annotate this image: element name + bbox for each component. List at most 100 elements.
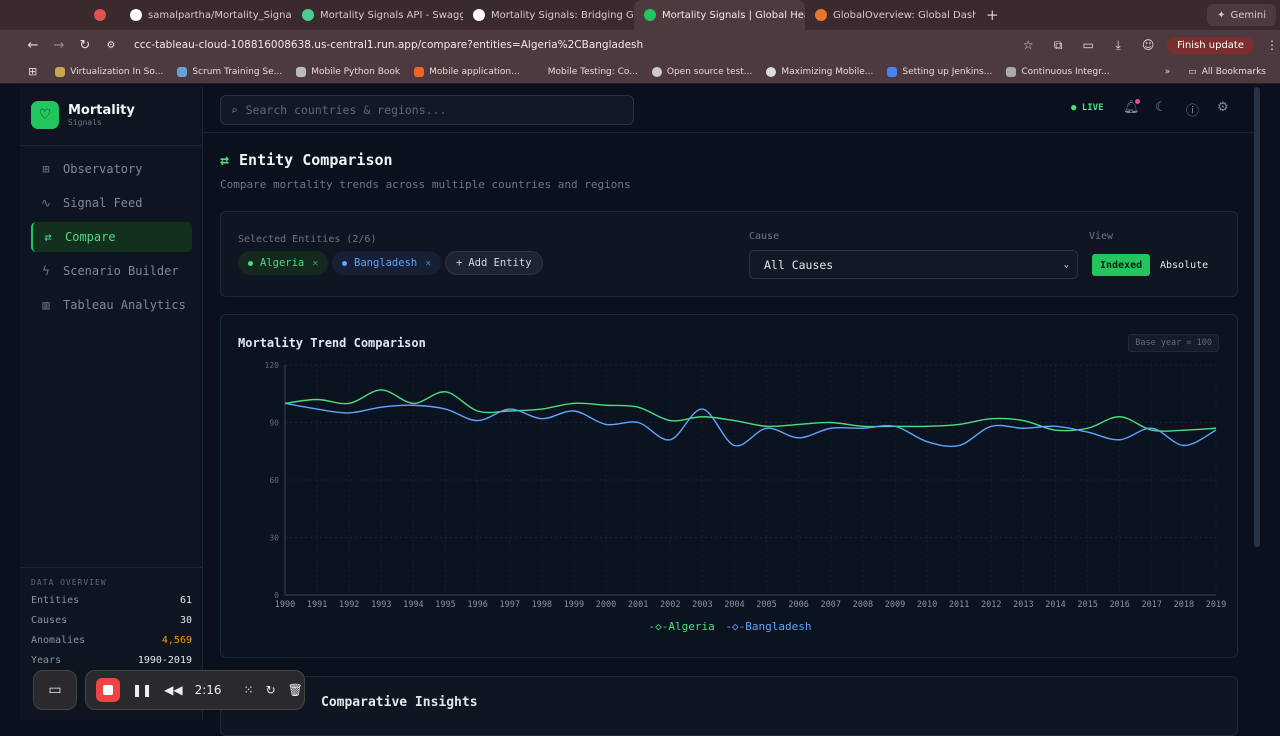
extensions-icon[interactable]: ⧉ [1043,38,1073,53]
bookmarks-bar: ⊞ Virtualization In So... Scrum Training… [0,60,1280,84]
apps-icon[interactable]: ⊞ [28,65,37,78]
help-icon[interactable]: ⓘ [1186,100,1199,119]
chart-title: Mortality Trend Comparison [238,336,426,350]
grid-icon[interactable]: ⁙ [244,683,254,697]
reload-icon[interactable]: ↻ [72,38,98,53]
entity-chip-algeria[interactable]: Algeria ✕ [238,251,329,275]
x-tick-label: 2019 [1206,600,1226,610]
page-scrollbar[interactable] [1254,87,1260,547]
y-tick-label: 30 [269,534,279,543]
x-tick-label: 2013 [1013,600,1033,610]
back-icon[interactable]: ← [20,38,46,53]
tab-record[interactable] [0,0,120,30]
x-tick-label: 1994 [403,600,423,610]
bookmark-item[interactable]: Maximizing Mobile... [766,66,873,77]
compare-icon: ⇄ [44,230,52,244]
bookmark-item[interactable]: Scrum Training Se... [177,66,282,77]
bookmark-item[interactable]: Mobile Python Book [296,66,400,77]
profile-icon[interactable]: ☺ [1133,38,1163,52]
search-input[interactable]: ⌕ Search countries & regions... [220,95,634,125]
tab-tableau[interactable]: GlobalOverview: Global Dash✕ [805,0,976,30]
heart-logo-icon: ♡ [31,100,59,129]
x-tick-label: 2012 [981,600,1001,610]
star-icon[interactable]: ☆ [1013,38,1043,52]
brand[interactable]: ♡ Mortality Signals [20,87,202,132]
tab-mortality-app[interactable]: Mortality Signals | Global Hea✕ [634,0,805,30]
base-year-badge: Base year = 100 [1128,334,1219,352]
pause-icon[interactable]: ❚❚ [132,683,152,697]
bookmark-item[interactable]: Mobile Testing: Co... [548,67,638,77]
github-icon [130,9,142,21]
bookmark-item[interactable]: Continuous Integr... [1006,66,1110,77]
sidebar-nav: ⊞ Observatory ∿ Signal Feed ⇄ Compare ϟ Scen… [20,145,203,324]
screen-recorder-toolbar: ▭ ❚❚ ◀◀ 2:16 ⁙ ↻ 🗑︎ [33,669,305,711]
restart-icon[interactable]: ↻ [266,683,276,697]
x-tick-label: 2009 [885,600,905,610]
gemini-button[interactable]: ✦ Gemini [1207,4,1276,26]
stop-icon [103,685,113,695]
sidebar-item-observatory[interactable]: ⊞ Observatory [31,154,192,184]
sidebar-item-signal-feed[interactable]: ∿ Signal Feed [31,188,192,218]
site-info-icon[interactable]: ⚙ [98,40,124,51]
view-absolute-button[interactable]: Absolute [1160,254,1208,276]
chart-legend: -◇-Algeria -◇-Bangladesh [221,620,1239,633]
bookmark-item[interactable]: Virtualization In So... [55,66,163,77]
cause-select[interactable]: All Causes ⌄ [749,250,1078,279]
entity-chip-bangladesh[interactable]: Bangladesh ✕ [332,251,442,275]
sidebar-item-compare[interactable]: ⇄ Compare [31,222,192,252]
y-tick-label: 60 [269,476,279,485]
remove-icon[interactable]: ✕ [425,258,431,269]
download-icon[interactable]: ⤓ [1103,38,1133,53]
remove-icon[interactable]: ✕ [312,258,318,269]
camera-icon[interactable]: ▭ [33,670,77,710]
sidebar: ♡ Mortality Signals ⊞ Observatory ∿ Signal… [20,87,203,720]
notification-dot [1135,99,1140,104]
view-indexed-button[interactable]: Indexed [1092,254,1151,276]
x-tick-label: 1990 [275,600,295,610]
menu-icon[interactable]: ⋮ [1264,38,1280,52]
bookmark-item[interactable]: Mobile application... [414,66,520,77]
x-tick-label: 1999 [564,600,584,610]
bookmark-icon [296,66,307,77]
stop-button[interactable] [96,678,120,702]
bookmark-item[interactable]: Setting up Jenkins... [887,66,992,77]
bookmark-icon [766,66,777,77]
recording-time: 2:16 [194,683,222,697]
sidebar-item-scenario-builder[interactable]: ϟ Scenario Builder [31,256,192,286]
bookmark-item[interactable]: Open source test... [651,66,752,77]
compare-icon: ⇄ [220,151,230,169]
series-line-algeria [284,389,1217,432]
forward-icon[interactable]: → [46,38,72,53]
selected-entities-label: Selected Entities (2/6) [238,234,377,245]
tab-github-repo[interactable]: samalpartha/Mortality_Signal✕ [120,0,292,30]
y-tick-label: 0 [274,591,279,600]
insights-card: Comparative Insights [220,676,1238,736]
data-overview: DATA OVERVIEW Entities 61 Causes 30 Anomal… [20,567,203,685]
sidebar-item-tableau-analytics[interactable]: ▥ Tableau Analytics [31,290,192,320]
browser-tab-bar: samalpartha/Mortality_Signal✕ Mortality … [0,0,1280,30]
app-icon [644,9,656,21]
tableau-icon [815,9,827,21]
cast-icon[interactable]: ▭ [1073,38,1103,52]
add-entity-button[interactable]: + Add Entity [445,251,543,275]
overview-row: Entities 61 [31,595,192,606]
tab-swagger[interactable]: Mortality Signals API - Swagg✕ [292,0,463,30]
tab-github-bridging[interactable]: Mortality Signals: Bridging G✕ [463,0,634,30]
rewind-icon[interactable]: ◀◀ [164,683,182,697]
insights-title: Comparative Insights [321,695,478,710]
trash-icon[interactable]: 🗑︎ [288,683,303,697]
x-tick-label: 1991 [307,600,327,610]
x-tick-label: 2010 [917,600,937,610]
gear-icon[interactable]: ⚙ [1217,100,1229,115]
url-field[interactable]: ccc-tableau-cloud-108816008638.us-centra… [134,39,1013,51]
all-bookmarks[interactable]: ▭ All Bookmarks [1188,67,1266,77]
new-tab-button[interactable]: + [976,0,1009,30]
x-tick-label: 1997 [499,600,519,610]
legend-item-bangladesh[interactable]: -◇-Bangladesh [725,620,811,633]
moon-icon[interactable]: ☾ [1155,100,1167,115]
finish-update-button[interactable]: Finish update [1167,36,1254,54]
x-tick-label: 1996 [467,600,487,610]
legend-item-algeria[interactable]: -◇-Algeria [649,620,715,633]
x-tick-label: 2004 [724,600,744,610]
more-bookmarks-icon[interactable]: » [1165,67,1171,77]
